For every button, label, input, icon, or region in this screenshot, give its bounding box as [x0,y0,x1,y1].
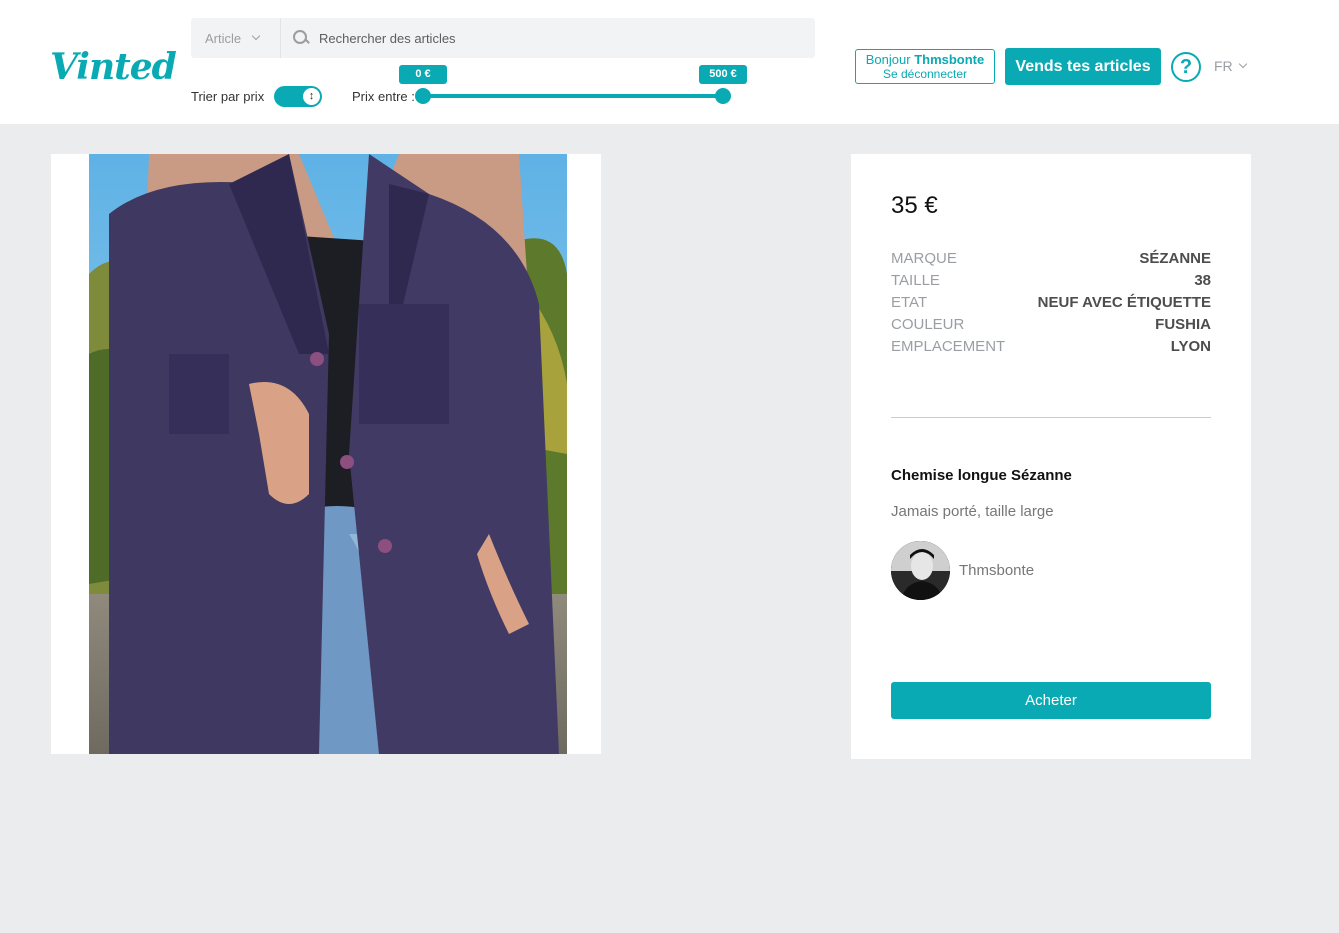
attribute-value: 38 [1194,272,1211,289]
price-range-label: Prix entre : [352,89,415,104]
user-account-box[interactable]: Bonjour Thmsbonte Se déconnecter [855,49,995,84]
sort-arrows-icon: ↕ [303,88,320,105]
price-max-badge: 500 € [699,65,747,84]
language-select[interactable]: FR [1214,58,1247,74]
seller-profile[interactable]: Thmsbonte [891,541,1034,600]
chevron-down-icon [251,31,261,41]
product-description: Jamais porté, taille large [891,503,1054,520]
product-title: Chemise longue Sézanne [891,467,1072,484]
search-bar: Article [191,18,815,58]
price-max-handle[interactable] [715,88,731,104]
attribute-row: TAILLE 38 [891,270,1211,292]
attribute-key: ETAT [891,294,928,311]
attribute-row: COULEUR FUSHIA [891,314,1211,336]
product-attributes: MARQUE SÉZANNE TAILLE 38 ETAT NEUF AVEC … [891,248,1211,358]
vinted-logo[interactable]: Vinted [50,46,177,88]
attribute-row: MARQUE SÉZANNE [891,248,1211,270]
product-price: 35 € [891,192,938,219]
avatar[interactable] [891,541,950,600]
attribute-row: ETAT NEUF AVEC ÉTIQUETTE [891,292,1211,314]
price-min-badge: 0 € [399,65,447,84]
search-icon [293,30,309,46]
sort-by-price-toggle[interactable]: ↕ [274,86,322,107]
attribute-key: TAILLE [891,272,940,289]
product-photo[interactable] [89,154,567,754]
product-photo-frame [51,154,601,754]
sell-items-button[interactable]: Vends tes articles [1005,48,1161,85]
help-icon[interactable]: ? [1171,52,1201,82]
divider [891,417,1211,418]
search-input[interactable] [319,19,815,57]
attribute-key: MARQUE [891,250,957,267]
attribute-value: FUSHIA [1155,316,1211,333]
attribute-value: SÉZANNE [1139,250,1211,267]
sort-by-price-label: Trier par prix [191,89,265,104]
product-details-card: 35 € MARQUE SÉZANNE TAILLE 38 ETAT NEUF … [851,154,1251,759]
price-slider-track[interactable] [423,94,723,98]
language-value: FR [1214,58,1233,74]
site-header: Vinted Article Trier par prix ↕ Prix ent… [0,0,1339,124]
attribute-key: EMPLACEMENT [891,338,1006,355]
seller-name: Thmsbonte [959,562,1035,579]
logout-link[interactable]: Se déconnecter [856,67,994,82]
chevron-down-icon [1238,59,1247,69]
username: Thmsbonte [914,52,985,67]
attribute-row: EMPLACEMENT LYON [891,336,1211,358]
category-select-value: Article [205,30,242,46]
attribute-key: COULEUR [891,316,965,333]
buy-button[interactable]: Acheter [891,682,1211,719]
price-min-handle[interactable] [415,88,431,104]
attribute-value: NEUF AVEC ÉTIQUETTE [1037,294,1211,311]
category-select[interactable]: Article [191,18,281,58]
attribute-value: LYON [1170,338,1211,355]
user-greeting: Bonjour Thmsbonte [865,52,985,67]
